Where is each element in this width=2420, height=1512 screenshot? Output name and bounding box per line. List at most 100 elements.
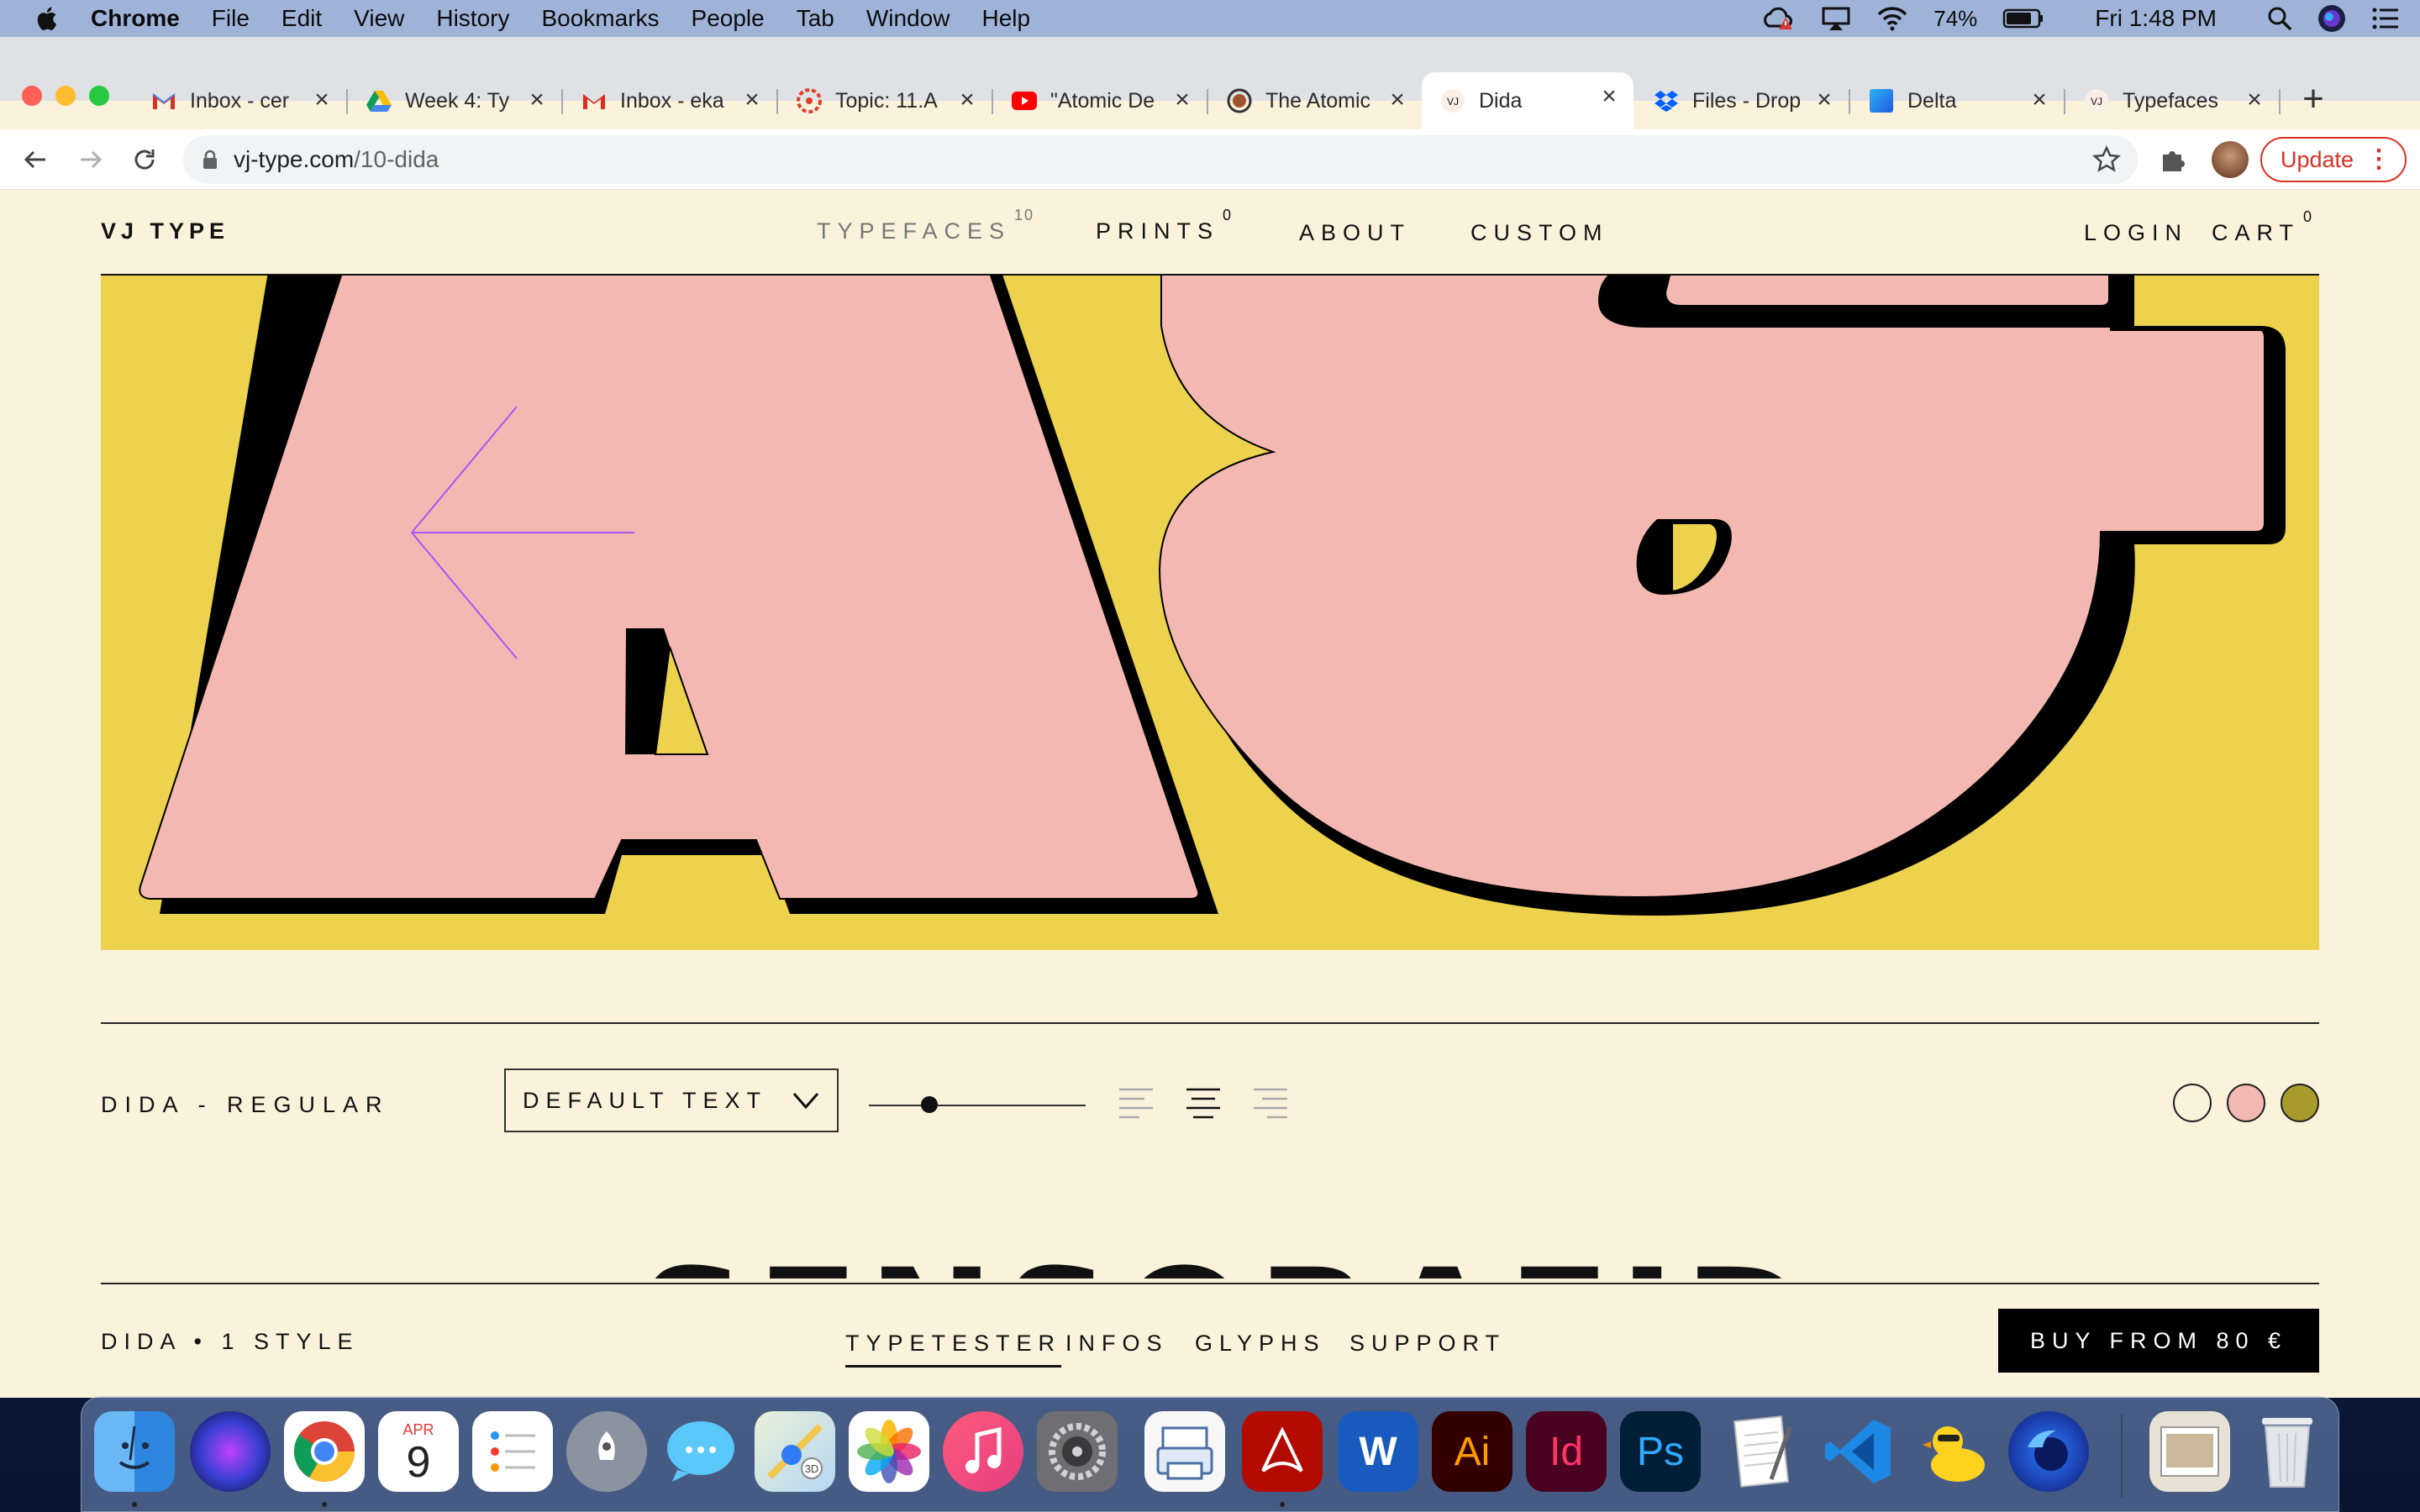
system-preferences-icon[interactable]	[1037, 1411, 1118, 1492]
sample-text-dropdown[interactable]: DEFAULT TEXT	[504, 1068, 839, 1132]
maps-icon[interactable]: 3D	[755, 1411, 835, 1492]
vscode-icon[interactable]	[1818, 1411, 1899, 1492]
address-bar[interactable]: vj-type.com/10-dida	[183, 135, 2138, 184]
new-tab-button[interactable]: +	[2292, 79, 2334, 121]
screenshot-stack-icon[interactable]	[2149, 1411, 2230, 1492]
nav-cart[interactable]: CART0	[2212, 208, 2313, 246]
close-tab-icon[interactable]: ×	[1170, 87, 1195, 113]
tab-the-atomic[interactable]: The Atomic ×	[1208, 76, 1422, 126]
subnav-infos[interactable]: INFOS	[1065, 1331, 1169, 1357]
swatch-cream[interactable]	[2173, 1084, 2212, 1122]
extensions-puzzle-icon[interactable]	[2158, 144, 2188, 175]
printer-icon[interactable]	[1144, 1411, 1225, 1492]
lock-icon[interactable]	[202, 150, 218, 170]
subnav-support[interactable]: SUPPORT	[1349, 1331, 1506, 1357]
menu-window[interactable]: Window	[866, 5, 950, 32]
nav-typefaces[interactable]: TYPEFACES10	[817, 207, 1034, 244]
align-left-icon[interactable]	[1118, 1086, 1155, 1120]
word-icon[interactable]: W	[1338, 1411, 1418, 1492]
sample-text[interactable]: SENSORAFID	[639, 1250, 1818, 1279]
size-slider-handle[interactable]	[921, 1096, 939, 1113]
tab-dida-active[interactable]: VJ Dida ×	[1422, 72, 1634, 129]
menu-help[interactable]: Help	[981, 5, 1030, 32]
more-vertical-icon[interactable]: ⋮	[2366, 145, 2391, 174]
tab-inbox-1[interactable]: Inbox - cer ×	[133, 76, 348, 126]
menu-people[interactable]: People	[692, 5, 765, 32]
wifi-icon[interactable]	[1876, 6, 1908, 31]
calendar-icon[interactable]: APR 9	[378, 1411, 459, 1492]
menu-bookmarks[interactable]: Bookmarks	[541, 5, 659, 32]
reminders-icon[interactable]	[472, 1411, 553, 1492]
tab-delta[interactable]: Delta ×	[1850, 76, 2065, 126]
tab-atomic-youtube[interactable]: "Atomic De ×	[993, 76, 1208, 126]
tab-week-4[interactable]: Week 4: Ty ×	[348, 76, 563, 126]
swatch-olive[interactable]	[2281, 1084, 2319, 1122]
menu-file[interactable]: File	[212, 5, 250, 32]
creative-cloud-icon[interactable]	[1760, 6, 1796, 31]
nav-about[interactable]: ABOUT	[1299, 220, 1411, 246]
align-center-icon[interactable]	[1185, 1086, 1222, 1120]
close-tab-icon[interactable]: ×	[2027, 87, 2052, 113]
chrome-icon[interactable]	[284, 1411, 365, 1492]
finder-icon[interactable]	[94, 1411, 175, 1492]
nav-prints[interactable]: PRINTS0	[1096, 207, 1233, 244]
close-tab-icon[interactable]: ×	[2242, 87, 2267, 113]
spotlight-search-icon[interactable]	[2267, 6, 2292, 31]
indesign-icon[interactable]: Id	[1526, 1411, 1607, 1492]
illustrator-icon[interactable]: Ai	[1432, 1411, 1512, 1492]
control-center-icon[interactable]	[2371, 6, 2400, 31]
nav-login[interactable]: LOGIN	[2084, 220, 2188, 246]
buy-button[interactable]: BUY FROM 80 €	[1998, 1309, 2319, 1373]
menu-tab[interactable]: Tab	[797, 5, 834, 32]
reload-button[interactable]	[126, 141, 163, 178]
trash-icon[interactable]	[2247, 1411, 2328, 1492]
launchpad-icon[interactable]	[566, 1411, 647, 1492]
close-tab-icon[interactable]: ×	[1597, 84, 1622, 109]
battery-icon[interactable]	[2002, 8, 2044, 29]
profile-avatar[interactable]	[2212, 141, 2249, 178]
tab-dropbox[interactable]: Files - Drop ×	[1635, 76, 1850, 126]
zoom-window-button[interactable]	[89, 86, 109, 106]
size-slider-track[interactable]	[869, 1105, 1086, 1106]
music-icon[interactable]	[943, 1411, 1023, 1492]
minimize-window-button[interactable]	[55, 86, 76, 106]
tab-inbox-2[interactable]: Inbox - eka ×	[563, 76, 778, 126]
close-tab-icon[interactable]: ×	[739, 87, 765, 113]
update-button[interactable]: Update ⋮	[2260, 137, 2407, 182]
close-tab-icon[interactable]: ×	[524, 87, 550, 113]
tab-typefaces[interactable]: VJ Typefaces ×	[2065, 76, 2281, 126]
photos-icon[interactable]	[849, 1411, 929, 1492]
photoshop-icon[interactable]: Ps	[1620, 1411, 1701, 1492]
menu-edit[interactable]: Edit	[281, 5, 322, 32]
acrobat-icon[interactable]	[1242, 1411, 1323, 1492]
menu-history[interactable]: History	[436, 5, 509, 32]
messages-icon[interactable]	[660, 1411, 741, 1492]
close-window-button[interactable]	[22, 86, 42, 106]
forward-button[interactable]	[72, 141, 109, 178]
align-right-icon[interactable]	[1252, 1086, 1289, 1120]
close-tab-icon[interactable]: ×	[1812, 87, 1837, 113]
airplay-icon[interactable]	[1821, 6, 1851, 31]
nav-custom[interactable]: CUSTOM	[1470, 220, 1609, 246]
back-button[interactable]	[17, 141, 54, 178]
menu-view[interactable]: View	[354, 5, 404, 32]
siri-icon[interactable]	[2317, 4, 2346, 33]
close-tab-icon[interactable]: ×	[955, 87, 980, 113]
sample-text-area[interactable]: SENSORAFID	[101, 1220, 2319, 1279]
menu-app-name[interactable]: Chrome	[91, 5, 180, 32]
swatch-pink[interactable]	[2227, 1084, 2265, 1122]
cyberduck-icon[interactable]	[1914, 1411, 1995, 1492]
bookmark-star-icon[interactable]	[2092, 145, 2121, 174]
subnav-glyphs[interactable]: GLYPHS	[1195, 1331, 1326, 1357]
site-logo[interactable]: VJ TYPE	[101, 218, 229, 244]
apple-logo-icon[interactable]	[34, 4, 62, 33]
close-tab-icon[interactable]: ×	[1385, 87, 1410, 113]
textedit-icon[interactable]	[1723, 1411, 1803, 1492]
tab-topic[interactable]: Topic: 11.A ×	[778, 76, 993, 126]
url-text[interactable]: vj-type.com/10-dida	[234, 146, 439, 173]
siri-icon[interactable]	[190, 1411, 271, 1492]
menu-clock[interactable]: Fri 1:48 PM	[2095, 5, 2217, 32]
subnav-typetester[interactable]: TYPETESTER	[845, 1331, 1062, 1368]
firefox-developer-icon[interactable]	[2008, 1411, 2089, 1492]
close-tab-icon[interactable]: ×	[309, 87, 334, 113]
